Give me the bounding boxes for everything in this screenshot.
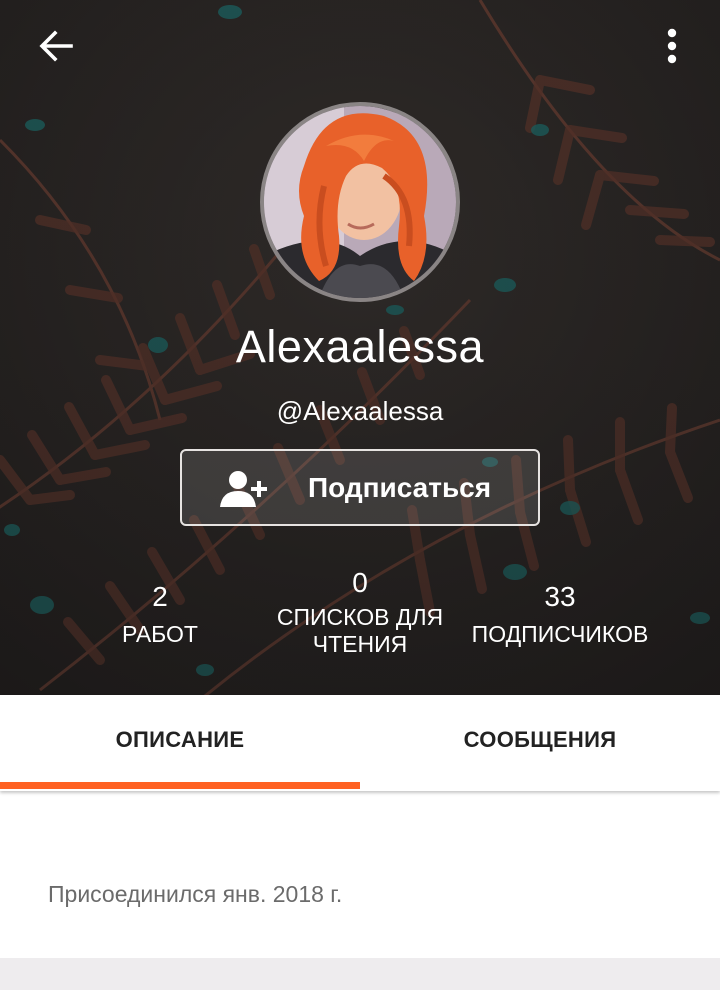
active-tab-indicator [0, 782, 360, 789]
avatar[interactable] [260, 102, 460, 302]
username: @Alexaalessa [276, 396, 444, 426]
stat-reading-lists-value: 0 [352, 567, 368, 598]
tab-about-label: ОПИСАНИЕ [115, 727, 245, 752]
more-options-button[interactable] [648, 22, 696, 70]
more-vertical-icon [667, 28, 677, 64]
profile-screen: Alexaalessa @Alexaalessa Подписаться 2 Р… [0, 0, 720, 990]
stat-works[interactable]: 2 РАБОТ [60, 580, 260, 648]
stat-followers[interactable]: 33 ПОДПИСЧИКОВ [460, 580, 660, 648]
arrow-left-icon [39, 30, 73, 62]
stat-followers-label: ПОДПИСЧИКОВ [471, 621, 649, 647]
profile-header: Alexaalessa @Alexaalessa Подписаться 2 Р… [0, 0, 720, 695]
profile-tabs: ОПИСАНИЕ СООБЩЕНИЯ [0, 695, 720, 791]
follow-button[interactable]: Подписаться [180, 449, 540, 526]
stat-reading-lists[interactable]: 0 СПИСКОВ ДЛЯ ЧТЕНИЯ [260, 566, 460, 658]
back-button[interactable] [30, 22, 82, 70]
stat-reading-lists-label-line2: ЧТЕНИЯ [312, 631, 408, 657]
content-divider-band [0, 958, 720, 990]
display-name: Alexaalessa [235, 321, 485, 372]
tab-messages-label: СООБЩЕНИЯ [463, 727, 617, 752]
stat-works-value: 2 [152, 581, 168, 612]
stat-works-label: РАБОТ [122, 621, 198, 647]
stat-reading-lists-label-line1: СПИСКОВ ДЛЯ [276, 604, 444, 630]
follow-button-label: Подписаться [308, 472, 492, 503]
joined-date: Присоединился янв. 2018 г. [48, 881, 343, 907]
tab-messages[interactable]: СООБЩЕНИЯ [360, 695, 720, 791]
user-avatar-photo [264, 106, 456, 298]
tab-about[interactable]: ОПИСАНИЕ [0, 695, 360, 791]
add-user-icon [220, 471, 267, 507]
stat-followers-value: 33 [544, 581, 576, 612]
